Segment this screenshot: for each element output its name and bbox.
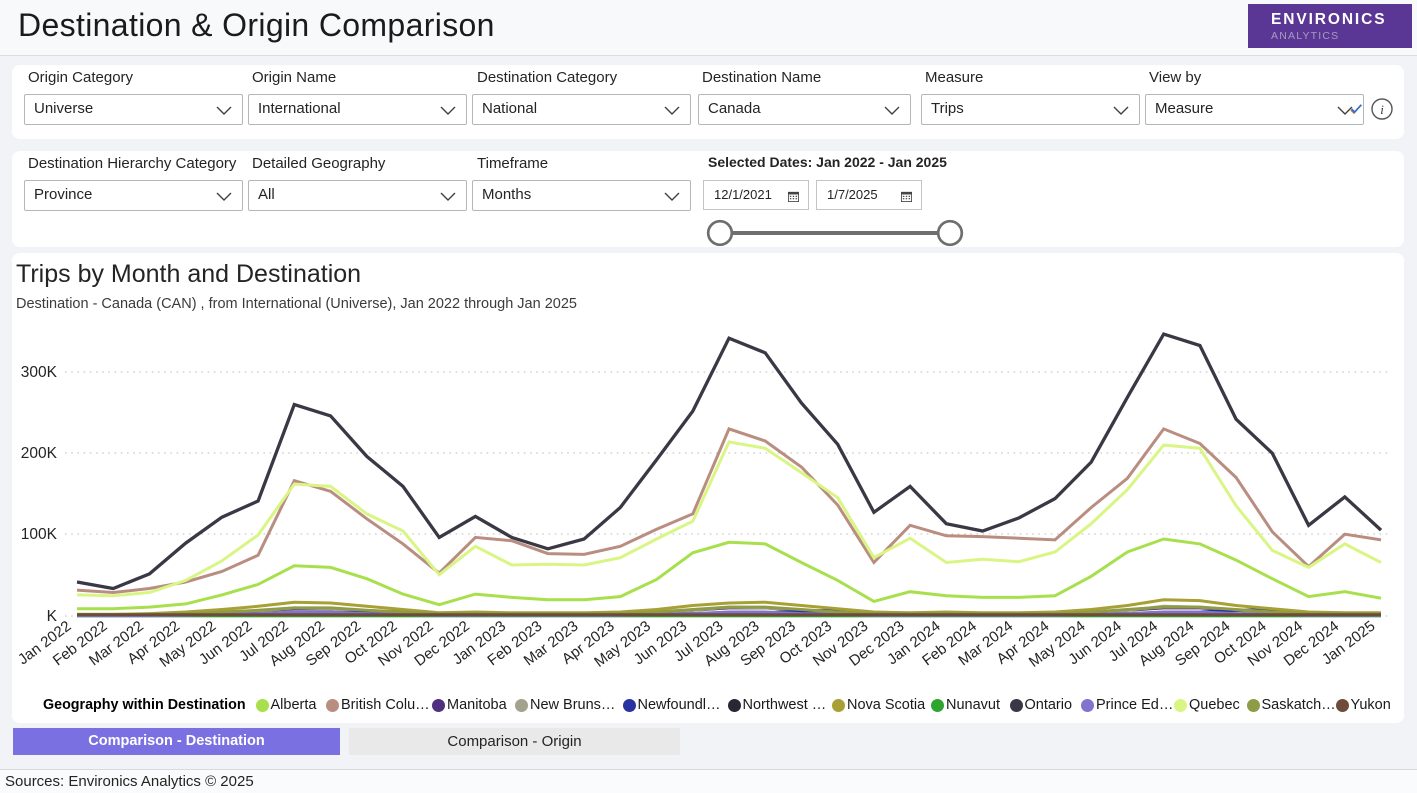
svg-text:i: i (1380, 102, 1384, 117)
svg-text:K: K (47, 608, 58, 625)
svg-text:200K: 200K (21, 445, 58, 462)
svg-text:300K: 300K (21, 364, 58, 381)
svg-text:100K: 100K (21, 526, 58, 543)
